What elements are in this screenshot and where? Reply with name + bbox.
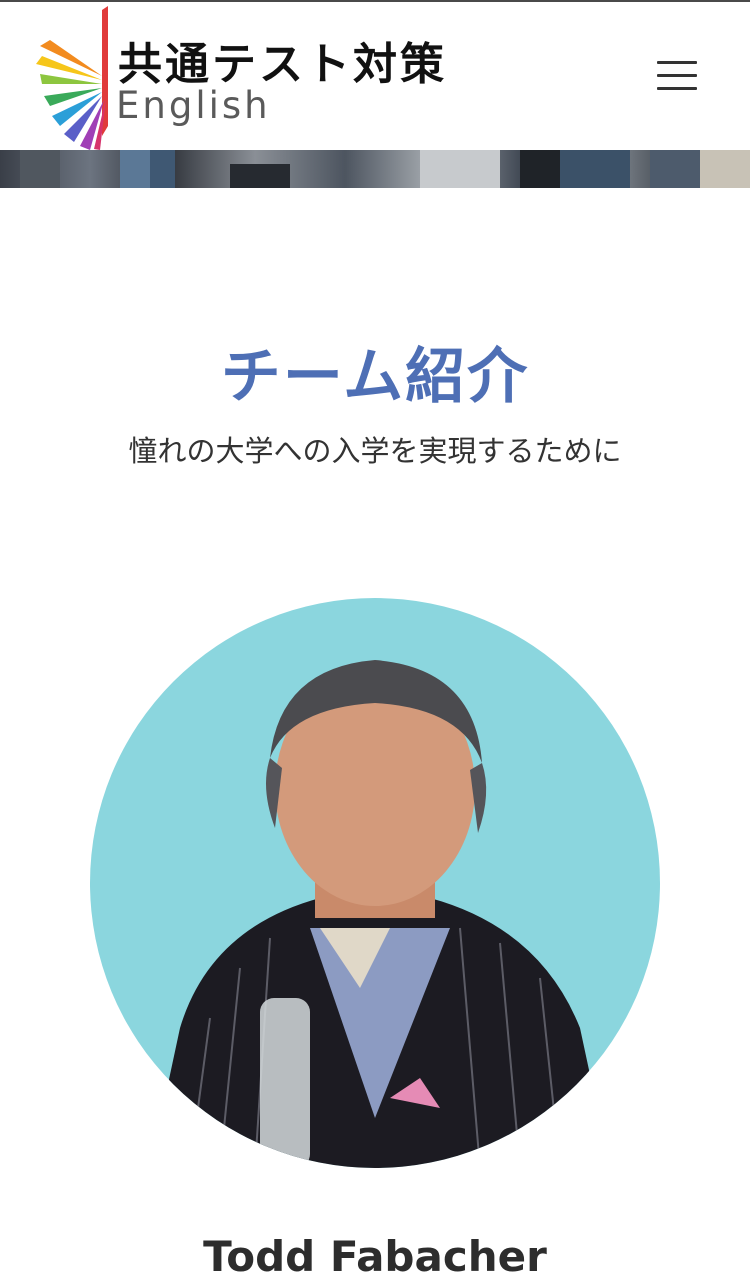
section-title: チーム紹介 (220, 342, 530, 412)
logo-title: 共通テスト対策 (118, 39, 447, 90)
section-subtitle: 憧れの大学への入学を実現するために (128, 434, 622, 468)
site-header: 共通テスト対策 English (0, 2, 750, 150)
menu-bar (657, 61, 697, 64)
hero-banner-image (0, 150, 750, 188)
team-member-name: Todd Fabacher (203, 1232, 547, 1280)
hamburger-menu-icon[interactable] (646, 52, 702, 98)
team-member-photo (90, 598, 660, 1168)
menu-bar (657, 74, 697, 77)
menu-bar (657, 87, 697, 90)
logo-subtitle: English (116, 84, 271, 127)
site-logo[interactable]: 共通テスト対策 English (36, 6, 456, 150)
rainbow-logo-mark (36, 6, 108, 150)
